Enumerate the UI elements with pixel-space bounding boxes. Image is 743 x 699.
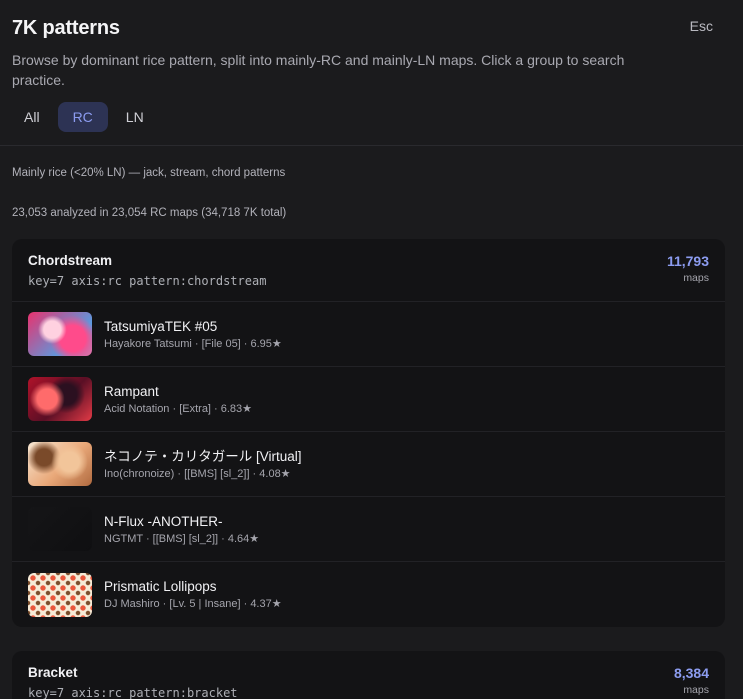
map-row[interactable]: N-Flux -ANOTHER- NGTMT · [[BMS] [sl_2]] … bbox=[12, 497, 725, 562]
tab-ln[interactable]: LN bbox=[114, 102, 156, 132]
group-count-number: 8,384 bbox=[673, 665, 709, 681]
close-button[interactable]: Esc bbox=[690, 18, 713, 34]
axis-tabs: All RC LN bbox=[12, 102, 731, 145]
group-count-unit: maps bbox=[683, 272, 709, 284]
pattern-group-chordstream: Chordstream key=7 axis:rc pattern:chords… bbox=[12, 239, 725, 627]
page-subtitle: Browse by dominant rice pattern, split i… bbox=[12, 52, 625, 88]
group-header[interactable]: Bracket key=7 axis:rc pattern:bracket 8,… bbox=[12, 651, 725, 699]
map-thumbnail bbox=[28, 312, 92, 356]
map-meta: Rampant Acid Notation · [Extra] · 6.83★ bbox=[104, 383, 709, 416]
map-row[interactable]: Prismatic Lollipops DJ Mashiro · [Lv. 5 … bbox=[12, 562, 725, 627]
map-meta: N-Flux -ANOTHER- NGTMT · [[BMS] [sl_2]] … bbox=[104, 513, 709, 546]
map-meta: ネコノテ・カリタガール [Virtual] Ino(chronoize) · [… bbox=[104, 448, 709, 481]
map-meta: Prismatic Lollipops DJ Mashiro · [Lv. 5 … bbox=[104, 578, 709, 611]
map-title: Rampant bbox=[104, 383, 159, 399]
tab-rc[interactable]: RC bbox=[57, 102, 108, 132]
map-row[interactable]: ネコノテ・カリタガール [Virtual] Ino(chronoize) · [… bbox=[12, 432, 725, 497]
group-count-unit: maps bbox=[683, 684, 709, 696]
group-count: 8,384 maps bbox=[674, 665, 709, 697]
map-title: N-Flux -ANOTHER- bbox=[104, 513, 223, 529]
tab-all[interactable]: All bbox=[12, 102, 52, 132]
patterns-dialog: 7K patterns Esc Browse by dominant rice … bbox=[0, 0, 743, 699]
analyzed-count: 23,053 analyzed in 23,054 RC maps (34,71… bbox=[12, 207, 287, 219]
page-title: 7K patterns bbox=[12, 17, 120, 39]
header-divider bbox=[0, 145, 743, 146]
group-query: key=7 axis:rc pattern:bracket bbox=[28, 686, 238, 699]
group-query: key=7 axis:rc pattern:chordstream bbox=[28, 274, 267, 288]
map-detail: Hayakore Tatsumi · [File 05] · 6.95★ bbox=[104, 337, 282, 350]
map-meta: TatsumiyaTEK #05 Hayakore Tatsumi · [Fil… bbox=[104, 318, 709, 351]
dialog-header: 7K patterns Esc Browse by dominant rice … bbox=[0, 0, 743, 145]
map-thumbnail bbox=[28, 442, 92, 486]
map-detail: Ino(chronoize) · [[BMS] [sl_2]] · 4.08★ bbox=[104, 467, 291, 480]
map-row[interactable]: TatsumiyaTEK #05 Hayakore Tatsumi · [Fil… bbox=[12, 302, 725, 367]
map-thumbnail bbox=[28, 507, 92, 551]
group-count: 11,793 maps bbox=[667, 253, 709, 285]
map-title: TatsumiyaTEK #05 bbox=[104, 318, 218, 334]
section-description: Mainly rice (<20% LN) — jack, stream, ch… bbox=[12, 167, 286, 179]
map-detail: NGTMT · [[BMS] [sl_2]] · 4.64★ bbox=[104, 532, 260, 545]
group-name: Chordstream bbox=[28, 253, 113, 268]
map-title: ネコノテ・カリタガール [Virtual] bbox=[104, 448, 302, 464]
map-thumbnail bbox=[28, 377, 92, 421]
map-detail: DJ Mashiro · [Lv. 5 | Insane] · 4.37★ bbox=[104, 598, 282, 610]
group-header[interactable]: Chordstream key=7 axis:rc pattern:chords… bbox=[12, 239, 725, 302]
map-thumbnail bbox=[28, 572, 92, 617]
map-detail: Acid Notation · [Extra] · 6.83★ bbox=[104, 402, 253, 415]
group-name: Bracket bbox=[28, 665, 78, 680]
group-count-number: 11,793 bbox=[666, 253, 709, 269]
map-title: Prismatic Lollipops bbox=[104, 579, 217, 594]
pattern-group-bracket: Bracket key=7 axis:rc pattern:bracket 8,… bbox=[12, 651, 725, 699]
map-row[interactable]: Rampant Acid Notation · [Extra] · 6.83★ bbox=[12, 367, 725, 432]
